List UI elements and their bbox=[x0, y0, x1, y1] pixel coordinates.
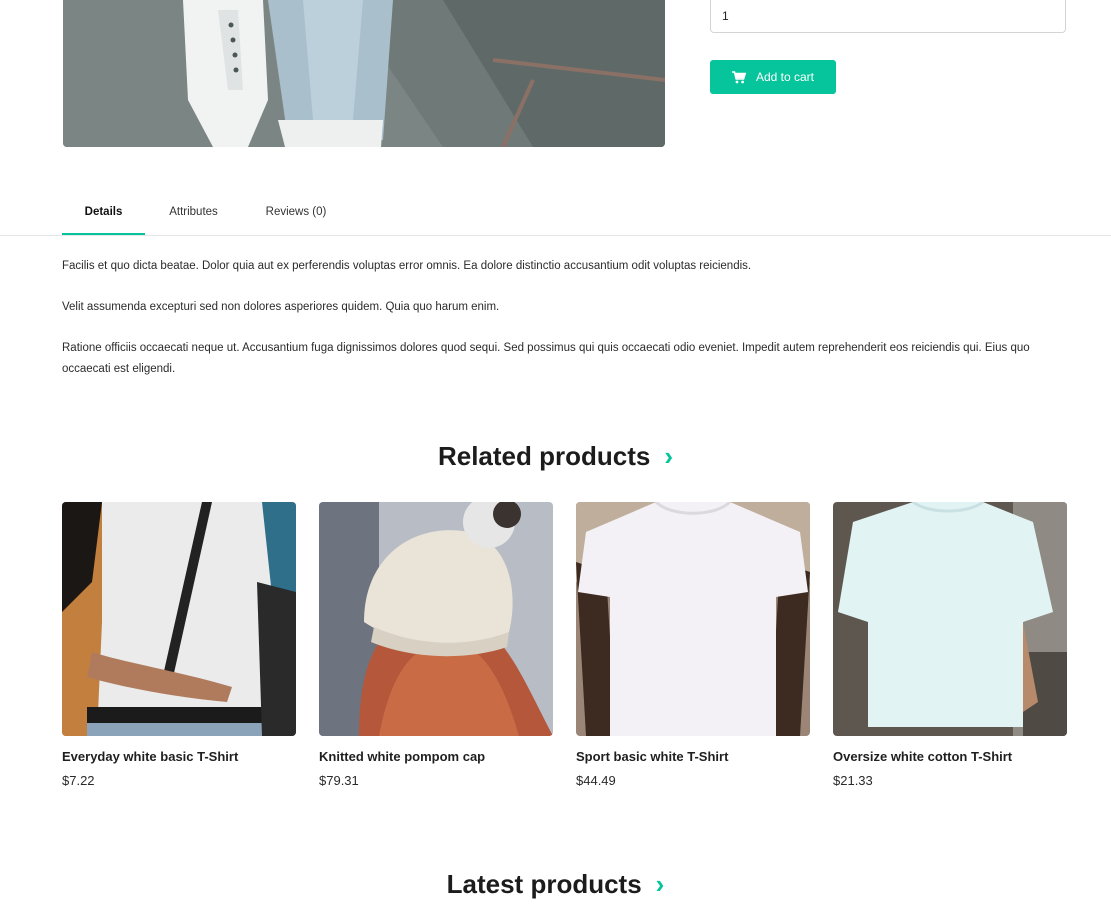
product-card[interactable]: Sport basic white T-Shirt $44.49 bbox=[576, 502, 810, 788]
description-paragraph: Facilis et quo dicta beatae. Dolor quia … bbox=[62, 260, 752, 272]
product-description: Facilis et quo dicta beatae. Dolor quia … bbox=[62, 256, 1062, 400]
product-price: $21.33 bbox=[833, 773, 873, 788]
latest-products-heading: Latest products › bbox=[0, 869, 1111, 900]
product-thumbnail[interactable] bbox=[576, 502, 810, 736]
latest-products-title: Latest products bbox=[446, 869, 642, 899]
quantity-input[interactable] bbox=[710, 0, 1066, 33]
description-paragraph: Velit assumenda excepturi sed non dolore… bbox=[62, 301, 500, 313]
related-products-title: Related products bbox=[437, 441, 651, 471]
add-to-cart-button[interactable]: Add to cart bbox=[710, 60, 836, 94]
product-name[interactable]: Everyday white basic T-Shirt bbox=[62, 749, 296, 764]
tab-reviews-label: Reviews (0) bbox=[265, 206, 327, 218]
product-thumbnail[interactable] bbox=[62, 502, 296, 736]
tab-attributes[interactable]: Attributes bbox=[145, 190, 242, 234]
tab-reviews[interactable]: Reviews (0) bbox=[242, 190, 350, 234]
product-price: $7.22 bbox=[62, 773, 95, 788]
product-card[interactable]: Everyday white basic T-Shirt $7.22 bbox=[62, 502, 296, 788]
product-price: $44.49 bbox=[576, 773, 616, 788]
product-name[interactable]: Oversize white cotton T-Shirt bbox=[833, 749, 1067, 764]
product-thumbnail[interactable] bbox=[833, 502, 1067, 736]
add-to-cart-label: Add to cart bbox=[755, 70, 815, 84]
product-main-image bbox=[63, 0, 665, 147]
description-paragraph: Ratione officiis occaecati neque ut. Acc… bbox=[62, 342, 1030, 375]
product-page: Add to cart Details Attributes Reviews (… bbox=[0, 0, 1111, 912]
product-name[interactable]: Knitted white pompom cap bbox=[319, 749, 553, 764]
tab-details-label: Details bbox=[84, 206, 123, 218]
related-products-heading: Related products › bbox=[0, 441, 1111, 472]
product-name[interactable]: Sport basic white T-Shirt bbox=[576, 749, 810, 764]
product-price: $79.31 bbox=[319, 773, 359, 788]
tab-details[interactable]: Details bbox=[62, 190, 145, 235]
product-thumbnail[interactable] bbox=[319, 502, 553, 736]
product-card[interactable]: Oversize white cotton T-Shirt $21.33 bbox=[833, 502, 1067, 788]
product-tabs: Details Attributes Reviews (0) bbox=[0, 190, 1111, 236]
product-card[interactable]: Knitted white pompom cap $79.31 bbox=[319, 502, 553, 788]
chevron-right-icon[interactable]: › bbox=[664, 441, 673, 471]
cart-icon bbox=[731, 70, 747, 84]
tab-attributes-label: Attributes bbox=[169, 206, 218, 218]
chevron-right-icon[interactable]: › bbox=[656, 869, 665, 899]
